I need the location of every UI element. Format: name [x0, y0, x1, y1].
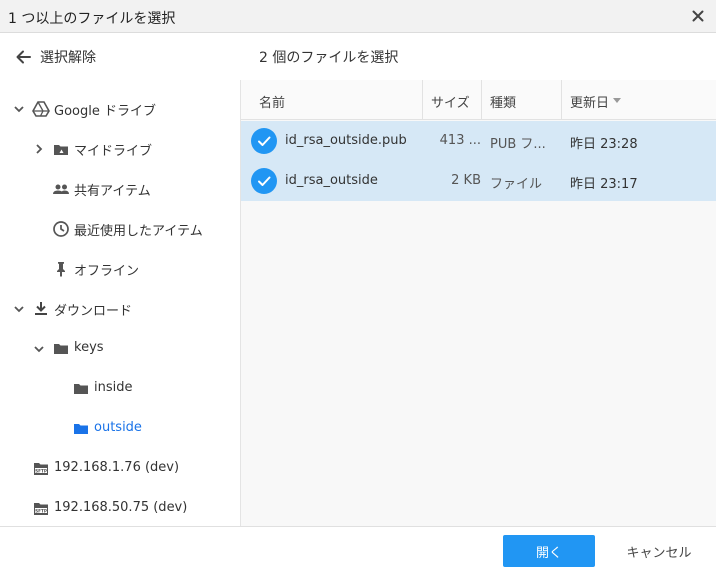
clear-selection-button[interactable]: 選択解除 [40, 47, 96, 67]
sidebar-item-label: 共有アイテム [74, 184, 151, 199]
sidebar-item-sftp-2[interactable]: SFTP 192.168.50.75 (dev) [0, 489, 240, 526]
sort-descending-icon [613, 98, 621, 103]
file-name: id_rsa_outside.pub [285, 133, 407, 148]
file-size: 413 ... [439, 133, 481, 148]
sidebar-item-google-drive[interactable]: Google ドライブ [0, 89, 240, 129]
column-header-name[interactable]: 名前 [241, 80, 423, 120]
sidebar-item-label: Google ドライブ [54, 104, 156, 119]
file-type: ファイル [490, 177, 543, 192]
toolbar: 選択解除 2 個のファイルを選択 [0, 33, 716, 80]
checkmark-icon[interactable] [251, 168, 277, 194]
title-bar: 1 つ以上のファイルを選択 [0, 0, 716, 33]
arrow-left-icon [16, 50, 31, 64]
checkmark-icon[interactable] [251, 128, 277, 154]
column-header-label: 更新日 [570, 96, 610, 111]
sidebar-item-shared[interactable]: 共有アイテム [0, 169, 240, 209]
google-drive-icon [32, 101, 50, 117]
chevron-down-icon[interactable] [12, 302, 26, 316]
file-list: 名前 サイズ 種類 更新日 id_rsa_outside.pub 413 ...… [241, 80, 716, 526]
sidebar-item-label: ダウンロード [54, 304, 133, 319]
close-button[interactable] [688, 6, 708, 26]
chevron-right-icon[interactable] [32, 142, 46, 156]
column-header-modified[interactable]: 更新日 [562, 80, 716, 120]
column-header-label: 種類 [490, 96, 517, 111]
file-modified: 昨日 23:17 [570, 177, 638, 192]
sidebar-item-label: inside [94, 380, 133, 395]
selection-count: 2 個のファイルを選択 [259, 50, 399, 66]
cancel-button[interactable]: キャンセル [612, 535, 706, 567]
sidebar-item-keys[interactable]: keys [0, 329, 240, 369]
folder-icon [54, 344, 68, 354]
pin-icon [57, 262, 65, 277]
chevron-down-icon[interactable] [32, 342, 46, 356]
file-modified: 昨日 23:28 [570, 137, 638, 152]
sidebar-nav: Google ドライブ マイドライブ 共有アイテム 最近使用したアイテム オフラ… [0, 80, 241, 526]
sidebar-item-label: 192.168.1.76 (dev) [54, 460, 180, 475]
sidebar-item-my-drive[interactable]: マイドライブ [0, 129, 240, 169]
close-icon [692, 10, 704, 22]
sidebar-item-label: outside [94, 420, 142, 435]
file-type: PUB フ... [490, 137, 546, 152]
file-name: id_rsa_outside [285, 173, 378, 188]
table-row[interactable]: id_rsa_outside.pub 413 ... PUB フ... 昨日 2… [241, 121, 716, 161]
file-size: 2 KB [451, 173, 481, 188]
sidebar-item-label: keys [74, 340, 104, 355]
svg-text:SFTP: SFTP [35, 468, 47, 473]
file-list-header: 名前 サイズ 種類 更新日 [241, 80, 716, 120]
sidebar-item-sftp-1[interactable]: SFTP 192.168.1.76 (dev) [0, 449, 240, 489]
folder-icon [74, 384, 88, 394]
column-header-label: サイズ [431, 96, 470, 111]
back-button[interactable] [14, 47, 34, 67]
open-button[interactable]: 開く [503, 535, 595, 567]
sidebar-item-label: 最近使用したアイテム [74, 224, 203, 239]
clock-icon [53, 221, 69, 237]
sidebar-item-recent[interactable]: 最近使用したアイテム [0, 209, 240, 249]
chevron-down-icon[interactable] [12, 102, 26, 116]
sidebar-item-inside[interactable]: inside [0, 369, 240, 409]
table-row[interactable]: id_rsa_outside 2 KB ファイル 昨日 23:17 [241, 161, 716, 201]
my-drive-icon [54, 145, 68, 155]
folder-icon [74, 424, 88, 434]
dialog-title: 1 つ以上のファイルを選択 [8, 11, 176, 27]
sidebar-item-label: 192.168.50.75 (dev) [54, 500, 188, 515]
download-icon [35, 302, 47, 315]
sftp-icon: SFTP [34, 503, 48, 515]
sidebar-item-offline[interactable]: オフライン [0, 249, 240, 289]
sidebar-item-downloads[interactable]: ダウンロード [0, 289, 240, 329]
sftp-icon: SFTP [34, 463, 48, 475]
dialog-footer: 開く キャンセル [0, 526, 716, 575]
sidebar-item-outside[interactable]: outside [0, 409, 240, 449]
sidebar-item-label: マイドライブ [74, 144, 153, 159]
svg-text:SFTP: SFTP [35, 508, 47, 513]
shared-people-icon [53, 184, 69, 194]
sidebar-item-label: オフライン [74, 264, 140, 279]
column-header-label: 名前 [259, 96, 286, 111]
column-header-type[interactable]: 種類 [482, 80, 562, 120]
column-header-size[interactable]: サイズ [423, 80, 482, 120]
